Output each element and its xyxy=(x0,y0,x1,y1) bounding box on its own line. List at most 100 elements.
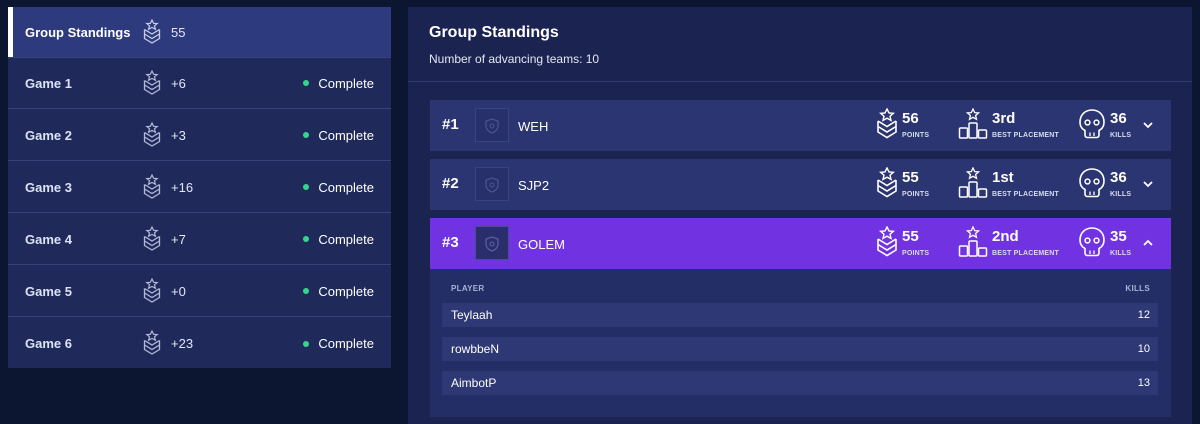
points-label: POINTS xyxy=(902,132,930,139)
status-text: Complete xyxy=(318,231,374,247)
points-value: 55 xyxy=(902,169,919,186)
sidebar-item-points: +7 xyxy=(171,231,186,247)
standings-header: Group Standings Number of advancing team… xyxy=(408,7,1192,82)
rank-chevron-icon xyxy=(143,18,161,45)
podium-star-icon xyxy=(958,167,988,198)
rank-chevron-icon xyxy=(143,277,161,304)
chevron-down-icon[interactable] xyxy=(1142,178,1154,190)
kills-value: 36 xyxy=(1110,110,1127,127)
sidebar-item-game-3[interactable]: Game 3 +16 Complete xyxy=(8,162,391,213)
player-kills: 10 xyxy=(1137,343,1150,355)
players-table: PLAYER KILLS Teylaah 12 rowbbeN 10 Aimbo… xyxy=(430,269,1171,417)
chevron-up-icon[interactable] xyxy=(1142,237,1154,249)
sidebar-item-points: +3 xyxy=(171,127,186,143)
status-badge: Complete xyxy=(303,76,374,91)
placement-label: BEST PLACEMENT xyxy=(992,132,1059,139)
sidebar-item-game-2[interactable]: Game 2 +3 Complete xyxy=(8,110,391,161)
sidebar-item-label: Game 5 xyxy=(25,283,72,299)
advancing-teams-text: Number of advancing teams: 10 xyxy=(429,52,600,66)
placement-value: 2nd xyxy=(992,228,1019,245)
team-points: 55 POINTS xyxy=(876,167,956,203)
rank-chevron-icon xyxy=(143,225,161,252)
rank-chevron-icon xyxy=(877,108,897,139)
team-name: GOLEM xyxy=(518,237,565,252)
status-dot-icon xyxy=(303,340,310,347)
team-best-placement: 1st BEST PLACEMENT xyxy=(958,167,1088,203)
column-header-player: PLAYER xyxy=(451,284,485,293)
status-badge: Complete xyxy=(303,336,374,351)
player-name: Teylaah xyxy=(451,308,493,322)
kills-value: 35 xyxy=(1110,228,1127,245)
team-row-golem[interactable]: #3 GOLEM 55 POINTS 2nd BEST PLACEMENT 35… xyxy=(430,218,1171,269)
sidebar-item-label: Game 2 xyxy=(25,127,72,143)
placement-value: 1st xyxy=(992,169,1014,186)
games-sidebar: Group Standings 55 Game 1 +6 Complete Ga… xyxy=(8,7,391,368)
status-text: Complete xyxy=(318,179,374,195)
team-name: SJP2 xyxy=(518,178,550,193)
placement-label: BEST PLACEMENT xyxy=(992,250,1059,257)
status-dot-icon xyxy=(303,80,310,86)
podium-star-icon xyxy=(958,108,988,139)
podium-star-icon xyxy=(958,226,988,257)
team-rank: #3 xyxy=(442,234,459,251)
sidebar-item-game-6[interactable]: Game 6 +23 Complete xyxy=(8,318,391,369)
status-dot-icon xyxy=(303,132,310,138)
kills-label: KILLS xyxy=(1110,191,1132,198)
table-row: AimbotP 13 xyxy=(442,371,1158,395)
rank-chevron-icon xyxy=(143,69,161,96)
status-text: Complete xyxy=(318,336,374,351)
placement-label: BEST PLACEMENT xyxy=(992,191,1059,198)
status-badge: Complete xyxy=(303,180,374,195)
team-kills: 35 KILLS xyxy=(1078,226,1138,262)
player-name: AimbotP xyxy=(451,376,497,390)
rank-chevron-icon xyxy=(877,226,897,257)
sidebar-item-game-1[interactable]: Game 1 +6 Complete xyxy=(8,58,391,109)
standings-panel: Group Standings Number of advancing team… xyxy=(408,7,1192,424)
team-kills: 36 KILLS xyxy=(1078,108,1138,144)
rank-chevron-icon xyxy=(143,121,161,148)
skull-icon xyxy=(1079,109,1105,139)
team-kills: 36 KILLS xyxy=(1078,167,1138,203)
kills-label: KILLS xyxy=(1110,132,1132,139)
sidebar-item-label: Game 3 xyxy=(25,179,72,195)
points-value: 55 xyxy=(902,228,919,245)
status-badge: Complete xyxy=(303,232,374,247)
sidebar-item-label: Game 1 xyxy=(25,75,72,91)
status-text: Complete xyxy=(318,75,374,91)
kills-label: KILLS xyxy=(1110,250,1132,257)
team-name: WEH xyxy=(518,119,549,134)
kills-value: 36 xyxy=(1110,169,1127,186)
points-label: POINTS xyxy=(902,250,930,257)
placement-value: 3rd xyxy=(992,110,1016,127)
shield-placeholder-icon xyxy=(475,167,509,201)
team-rank: #1 xyxy=(442,116,459,133)
status-dot-icon xyxy=(303,236,310,242)
status-dot-icon xyxy=(303,184,310,190)
sidebar-item-points: +6 xyxy=(171,75,186,91)
rank-chevron-icon xyxy=(877,167,897,198)
status-badge: Complete xyxy=(303,284,374,299)
player-kills: 13 xyxy=(1137,377,1150,389)
sidebar-item-group-standings[interactable]: Group Standings 55 xyxy=(8,7,391,58)
team-row-sjp2[interactable]: #2 SJP2 55 POINTS 1st BEST PLACEMENT 36 … xyxy=(430,159,1171,210)
shield-placeholder-icon xyxy=(475,226,509,260)
chevron-down-icon[interactable] xyxy=(1142,119,1154,131)
page-title: Group Standings xyxy=(429,24,559,41)
points-value: 56 xyxy=(902,110,919,127)
sidebar-item-label: Group Standings xyxy=(25,24,131,40)
points-label: POINTS xyxy=(902,191,930,198)
team-points: 56 POINTS xyxy=(876,108,956,144)
shield-placeholder-icon xyxy=(475,108,509,142)
skull-icon xyxy=(1079,168,1105,198)
rank-chevron-icon xyxy=(143,329,161,356)
team-row-weh[interactable]: #1 WEH 56 POINTS 3rd BEST PLACEMENT 36 K… xyxy=(430,100,1171,151)
sidebar-item-points: +23 xyxy=(171,336,194,351)
sidebar-item-points: +0 xyxy=(171,283,186,299)
status-text: Complete xyxy=(318,283,374,299)
sidebar-item-game-5[interactable]: Game 5 +0 Complete xyxy=(8,266,391,317)
status-badge: Complete xyxy=(303,128,374,143)
skull-icon xyxy=(1079,227,1105,257)
column-header-kills: KILLS xyxy=(1125,284,1150,293)
sidebar-item-game-4[interactable]: Game 4 +7 Complete xyxy=(8,214,391,265)
team-rank: #2 xyxy=(442,175,459,192)
